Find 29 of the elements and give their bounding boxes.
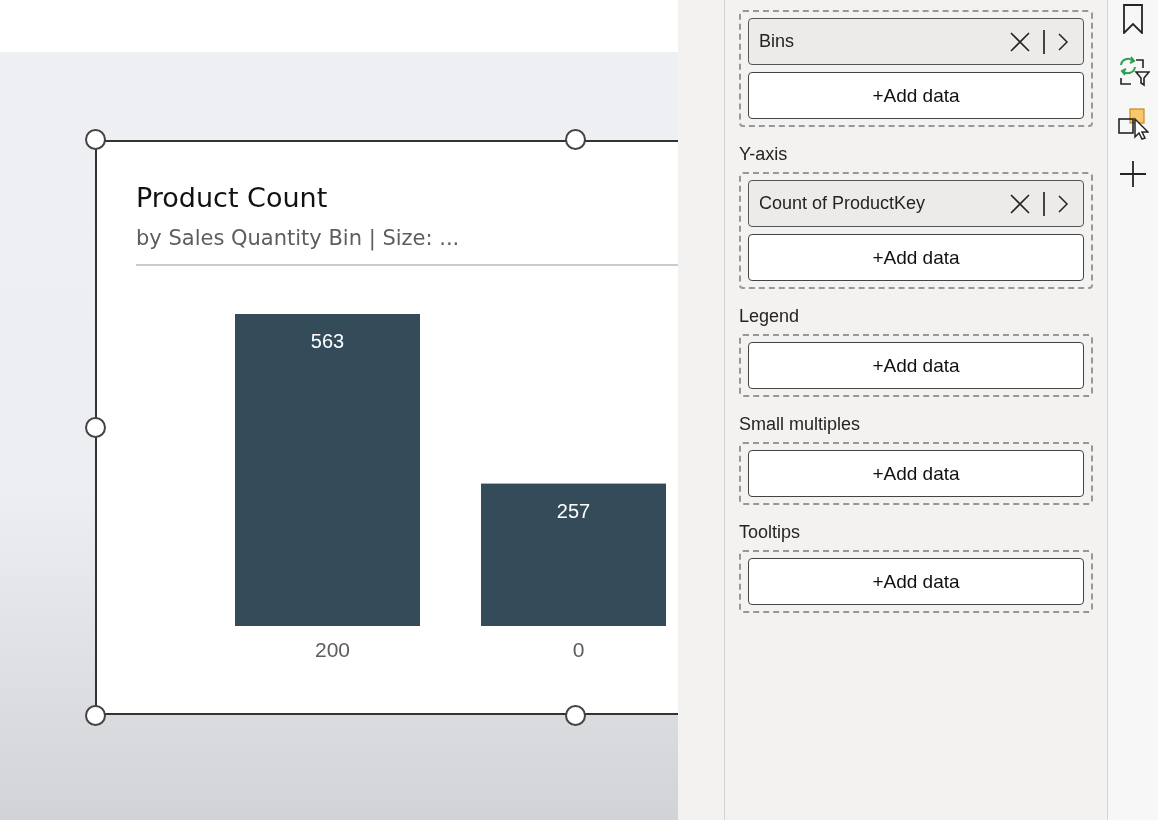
add-data-button[interactable]: +Add data: [748, 72, 1084, 119]
category-label: 200: [315, 638, 350, 661]
selection-pointer-icon[interactable]: [1117, 108, 1149, 140]
category-label: 0: [572, 638, 585, 661]
chevron-right-icon[interactable]: [1057, 31, 1069, 52]
field-pill[interactable]: Count of ProductKey: [748, 180, 1084, 227]
bookmark-icon[interactable]: [1122, 4, 1144, 34]
well-label: Tooltips: [739, 522, 802, 542]
well-label: Legend: [739, 306, 801, 326]
add-data-button[interactable]: +Add data: [748, 342, 1084, 389]
add-data-button[interactable]: +Add data: [748, 450, 1084, 497]
resize-handle[interactable]: [85, 129, 106, 150]
visual-subtitle: by Sales Quantity Bin | Size: ...: [136, 225, 461, 253]
resize-handle[interactable]: [85, 705, 106, 726]
chevron-right-icon[interactable]: [1057, 193, 1069, 214]
add-data-button[interactable]: +Add data: [748, 234, 1084, 281]
add-data-button[interactable]: +Add data: [748, 558, 1084, 605]
data-label: 563: [310, 330, 345, 352]
add-icon[interactable]: [1119, 160, 1147, 188]
data-label: 257: [556, 499, 591, 522]
chart-visual[interactable]: Product Count by Sales Quantity Bin | Size: ... 563 200 257 0: [95, 140, 678, 715]
remove-icon[interactable]: [1009, 30, 1031, 53]
visual-title: Product Count: [136, 181, 329, 215]
field-name: Bins: [759, 31, 795, 52]
remove-icon[interactable]: [1009, 192, 1031, 215]
well-label: Small multiples: [739, 414, 862, 434]
field-name: Count of ProductKey: [759, 193, 927, 214]
well-label: Y-axis: [739, 144, 789, 164]
field-pill[interactable]: Bins: [748, 18, 1084, 65]
